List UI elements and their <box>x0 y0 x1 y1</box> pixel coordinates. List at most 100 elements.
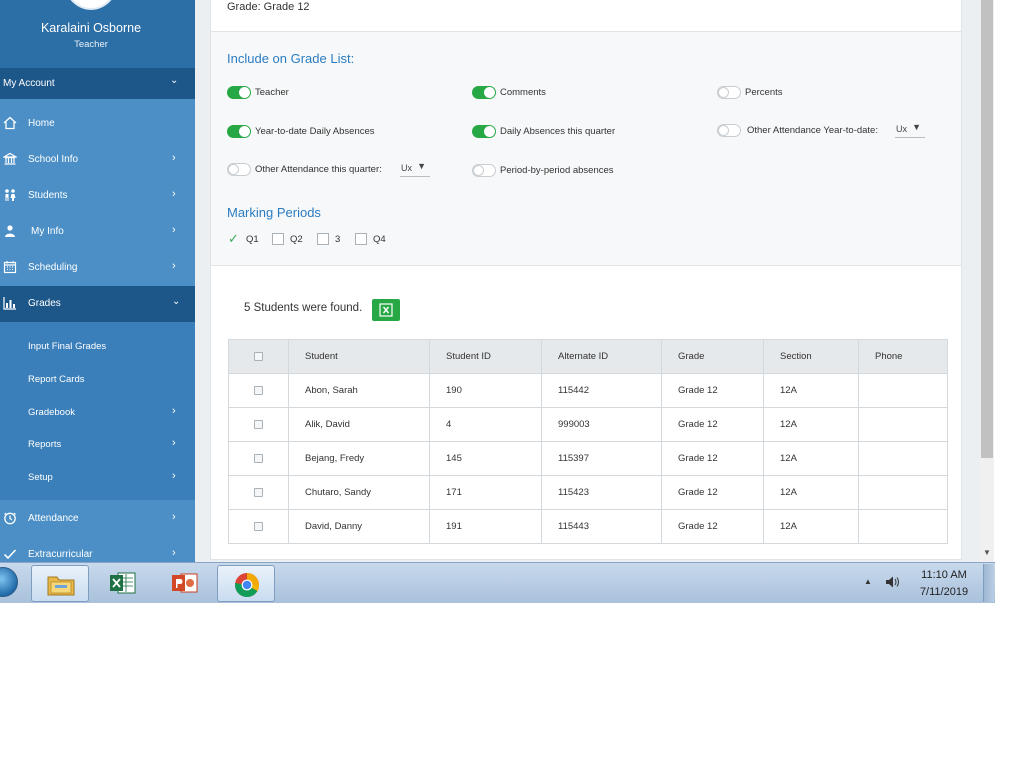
cell-student-id: 191 <box>429 509 542 544</box>
row-checkbox[interactable] <box>254 487 263 497</box>
table-row[interactable]: Chutaro, Sandy 171 115423 Grade 12 12A <box>228 475 948 510</box>
scrollbar-thumb[interactable] <box>981 0 993 458</box>
sidebar-item-attendance[interactable]: Attendance › <box>0 501 195 537</box>
avatar[interactable] <box>62 0 120 10</box>
other-attendance-ytd-select[interactable]: Ux ▼ <box>895 122 925 138</box>
cell-student: Bejang, Fredy <box>288 441 430 476</box>
column-header-grade[interactable]: Grade <box>661 339 764 374</box>
sidebar-item-extracurricular[interactable]: Extracurricular › <box>0 537 195 562</box>
submenu-item-setup[interactable]: Setup › <box>0 461 195 493</box>
chevron-right-icon: › <box>172 547 176 559</box>
table-row[interactable]: Bejang, Fredy 145 115397 Grade 12 12A <box>228 441 948 476</box>
row-select-cell <box>228 373 289 408</box>
cell-alternate-id: 115442 <box>541 373 662 408</box>
export-excel-button[interactable] <box>372 299 400 321</box>
submenu-item-gradebook[interactable]: Gradebook › <box>0 396 195 428</box>
clock-time[interactable]: 11:10 AM <box>915 569 973 581</box>
chrome-icon <box>235 573 259 598</box>
taskbar-powerpoint[interactable] <box>155 565 213 602</box>
submenu-item-label: Setup <box>28 472 53 483</box>
row-checkbox[interactable] <box>254 385 263 395</box>
start-button[interactable] <box>0 567 18 597</box>
column-header-phone[interactable]: Phone <box>858 339 948 374</box>
column-header-student[interactable]: Student <box>288 339 430 374</box>
sidebar-item-grades[interactable]: Grades ⌄ <box>0 286 195 322</box>
user-name: Karalaini Osborne <box>40 21 142 35</box>
toggle-ytd-daily-absences[interactable] <box>227 125 251 138</box>
toggle-knob <box>484 87 495 98</box>
checkbox[interactable] <box>272 233 284 245</box>
column-header-section[interactable]: Section <box>763 339 859 374</box>
sidebar-item-school-info[interactable]: School Info › <box>0 142 195 178</box>
my-account-label: My Account <box>3 78 55 89</box>
row-checkbox[interactable] <box>254 419 263 429</box>
my-account-menu[interactable]: My Account ⌄ <box>0 68 195 99</box>
cell-student-id: 4 <box>429 407 542 442</box>
windows-taskbar: ▲ 11:10 AM 7/11/2019 <box>0 562 995 603</box>
column-header-student-id[interactable]: Student ID <box>429 339 542 374</box>
chevron-right-icon: › <box>172 470 176 482</box>
cell-alternate-id: 115397 <box>541 441 662 476</box>
toggle-daily-absences-quarter[interactable] <box>472 125 496 138</box>
select-value: Ux <box>401 163 412 173</box>
toggle-other-attendance-ytd[interactable] <box>717 124 741 137</box>
sidebar-item-students[interactable]: Students › <box>0 178 195 214</box>
submenu-item-label: Report Cards <box>28 374 85 385</box>
option-label-teacher: Teacher <box>255 87 289 98</box>
option-label-other-attendance-quarter: Other Attendance this quarter: <box>255 164 382 175</box>
option-label-period-by-period-absences: Period-by-period absences <box>500 165 614 176</box>
check-icon <box>3 547 17 561</box>
grade-label: Grade: Grade 12 <box>227 1 310 13</box>
toggle-percents[interactable] <box>717 86 741 99</box>
taskbar-chrome[interactable] <box>217 565 275 602</box>
chevron-down-icon: ⌄ <box>170 75 179 86</box>
taskbar-excel[interactable] <box>93 565 151 602</box>
sidebar-item-home[interactable]: Home <box>0 106 195 142</box>
row-checkbox[interactable] <box>254 453 263 463</box>
table-row[interactable]: David, Danny 191 115443 Grade 12 12A <box>228 509 948 544</box>
clock-date[interactable]: 7/11/2019 <box>915 586 973 598</box>
submenu-item-reports[interactable]: Reports › <box>0 428 195 460</box>
taskbar-file-explorer[interactable] <box>31 565 89 602</box>
other-attendance-quarter-select[interactable]: Ux ▼ <box>400 161 430 177</box>
cell-section: 12A <box>763 407 859 442</box>
toggle-period-by-period-absences[interactable] <box>472 164 496 177</box>
scroll-down-arrow-icon[interactable]: ▼ <box>983 548 991 557</box>
toggle-teacher[interactable] <box>227 86 251 99</box>
show-hidden-icons-icon[interactable]: ▲ <box>864 577 872 586</box>
option-label-ytd-daily-absences: Year-to-date Daily Absences <box>255 126 375 137</box>
table-row[interactable]: Alik, David 4 999003 Grade 12 12A <box>228 407 948 442</box>
row-checkbox[interactable] <box>254 521 263 531</box>
chevron-right-icon: › <box>172 437 176 449</box>
vertical-scrollbar[interactable]: ▼ <box>980 0 994 562</box>
grades-submenu: Input Final Grades Report Cards Gradeboo… <box>0 322 195 500</box>
chevron-right-icon: › <box>172 511 176 523</box>
volume-icon[interactable] <box>885 575 901 594</box>
marking-period-q4[interactable]: Q4 <box>355 232 395 246</box>
sidebar-item-label: My Info <box>31 226 64 237</box>
sidebar-item-scheduling[interactable]: Scheduling › <box>0 250 195 286</box>
cell-phone <box>858 441 948 476</box>
marking-period-q1[interactable]: ✓ Q1 <box>228 231 268 246</box>
show-desktop-button[interactable] <box>983 564 994 602</box>
grade-card: Grade: Grade 12 <box>210 0 962 32</box>
cell-section: 12A <box>763 475 859 510</box>
checkbox[interactable] <box>317 233 329 245</box>
toggle-knob <box>484 126 495 137</box>
sidebar-item-label: Students <box>28 190 68 201</box>
marking-period-q2[interactable]: Q2 <box>272 232 312 246</box>
sidebar-item-label: Extracurricular <box>28 549 93 560</box>
toggle-comments[interactable] <box>472 86 496 99</box>
select-all-checkbox[interactable] <box>254 351 263 361</box>
submenu-item-report-cards[interactable]: Report Cards <box>0 363 195 395</box>
cell-alternate-id: 115423 <box>541 475 662 510</box>
checkbox[interactable] <box>355 233 367 245</box>
submenu-item-input-final-grades[interactable]: Input Final Grades <box>0 330 195 362</box>
sidebar-item-label: Home <box>28 118 55 129</box>
marking-period-3[interactable]: 3 <box>317 232 357 246</box>
cell-phone <box>858 407 948 442</box>
table-row[interactable]: Abon, Sarah 190 115442 Grade 12 12A <box>228 373 948 408</box>
toggle-other-attendance-quarter[interactable] <box>227 163 251 176</box>
sidebar-item-my-info[interactable]: My Info › <box>0 214 195 250</box>
column-header-alternate-id[interactable]: Alternate ID <box>541 339 662 374</box>
